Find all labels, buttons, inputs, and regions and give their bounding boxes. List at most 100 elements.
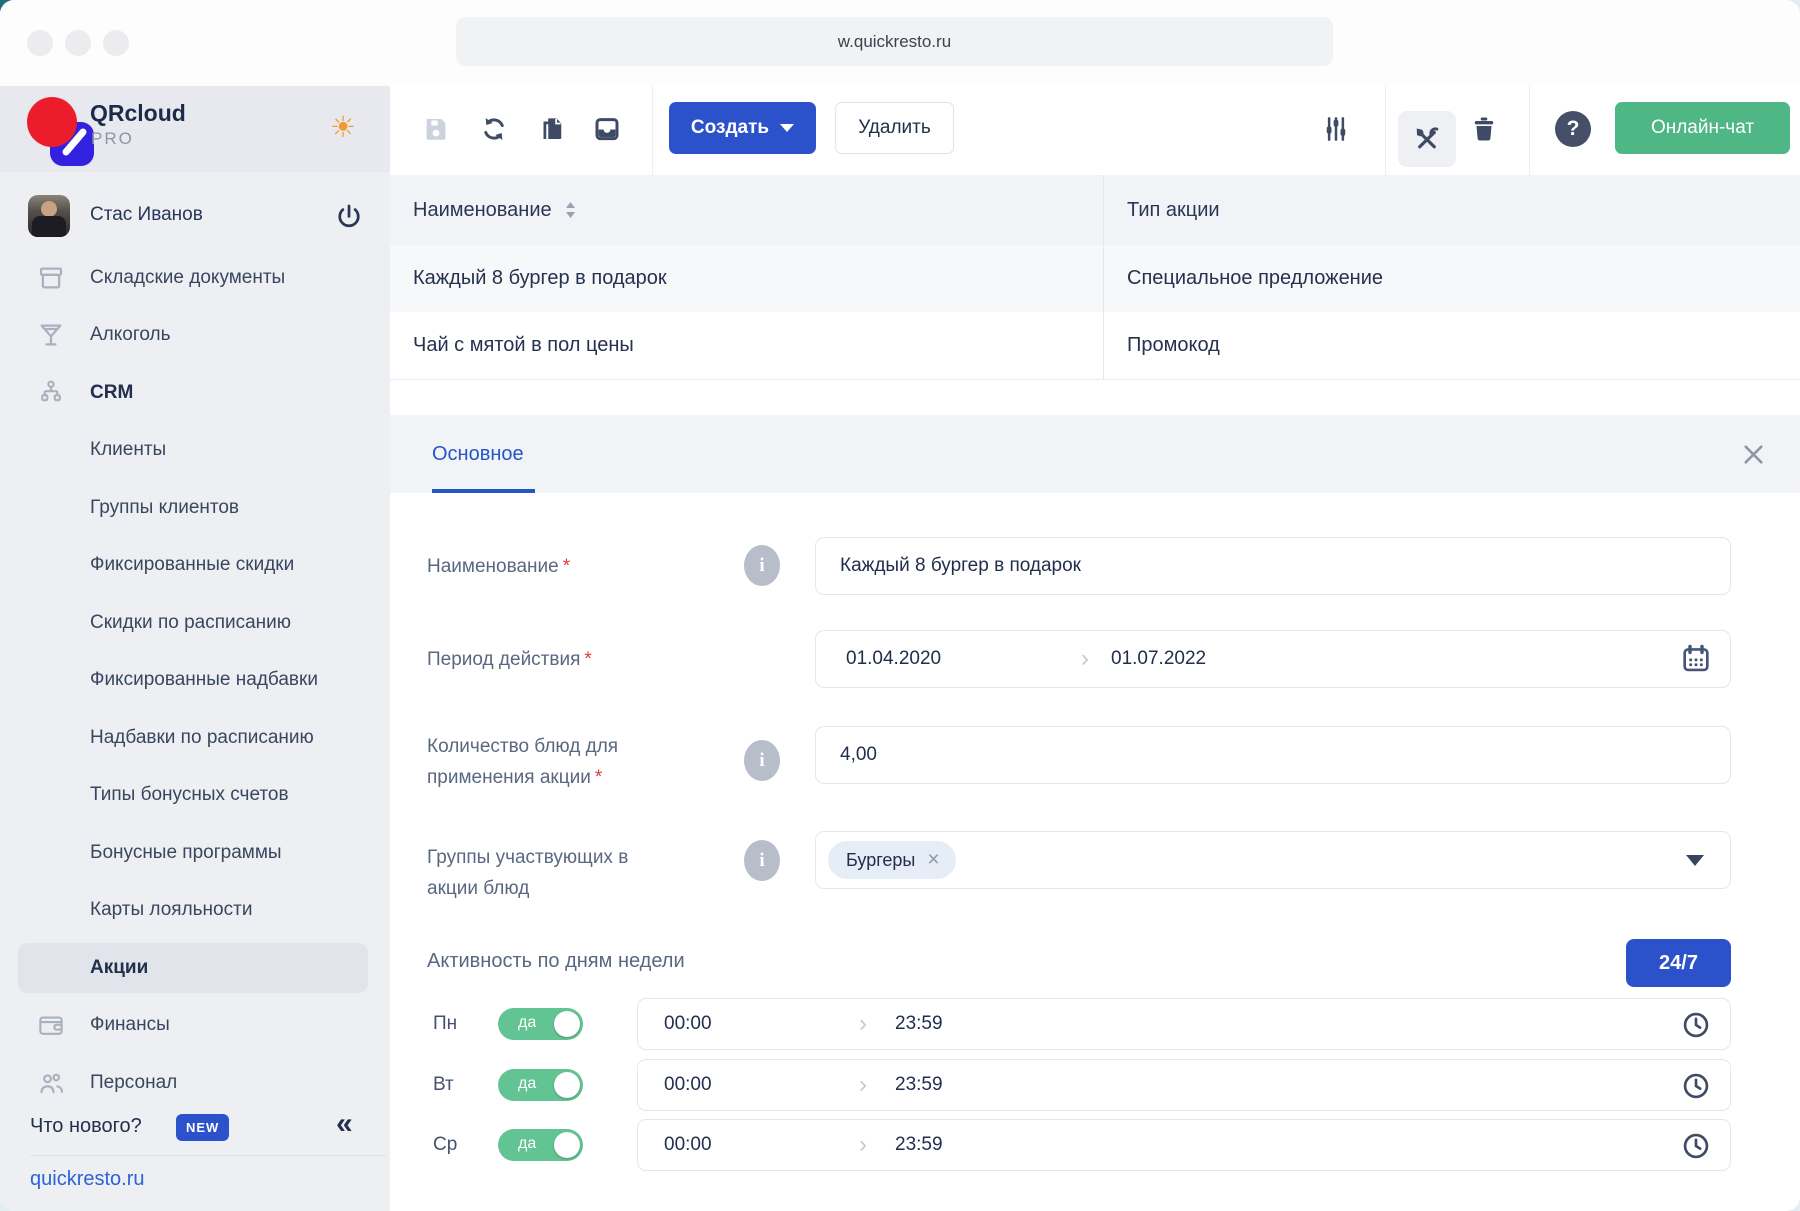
copy-icon[interactable] [537,114,567,144]
toggle-state-label: да [518,1135,537,1152]
row-type: Промокод [1127,334,1220,356]
always-24-7-button[interactable]: 24/7 [1626,939,1731,987]
martini-glass-icon [36,320,90,350]
period-from-value: 01.04.2020 [846,648,942,669]
sidebar-item-loyalty-cards[interactable]: Карты лояльности [0,882,390,940]
toggle-state-label: да [518,1014,537,1031]
brand-name: QRcloud [90,100,186,126]
time-range-field[interactable]: 00:00 › 23:59 [637,1059,1731,1111]
groups-multiselect[interactable]: Бургеры × [815,831,1731,889]
user-row: Стас Иванов [0,195,390,237]
delete-button[interactable]: Удалить [835,102,954,154]
period-input[interactable]: 01.04.2020 › 01.07.2022 [815,630,1731,688]
new-badge: NEW [176,1114,230,1141]
window-minimize-button[interactable] [65,30,91,56]
online-chat-label: Онлайн-чат [1650,117,1755,138]
tray-icon[interactable] [592,114,622,144]
filter-sliders-icon[interactable] [1321,114,1351,144]
sidebar-item-warehouse-docs[interactable]: Складские документы [0,249,390,307]
day-toggle-on[interactable]: да [498,1008,583,1040]
time-from-value: 00:00 [664,1074,712,1095]
period-field-label: Период действия * [427,649,592,670]
sidebar-item-bonus-programs[interactable]: Бонусные программы [0,824,390,882]
quantity-input[interactable]: 4,00 [815,726,1731,784]
trash-icon[interactable] [1469,114,1499,144]
sidebar-item-label: Акции [90,956,149,978]
browser-chrome: w.quickresto.ru [0,0,1800,87]
sidebar-item-alcohol[interactable]: Алкоголь [0,307,390,365]
wallet-icon [36,1010,90,1040]
info-icon[interactable]: i [744,545,780,586]
day-toggle-on[interactable]: да [498,1129,583,1161]
logout-power-icon[interactable] [334,202,364,232]
time-to-value: 23:59 [895,1013,943,1034]
url-bar[interactable]: w.quickresto.ru [456,17,1333,66]
quickresto-site-link[interactable]: quickresto.ru [30,1168,145,1191]
group-chip-label: Бургеры [846,849,916,870]
quantity-field-label: Количество блюд для применения акции * [427,736,619,788]
sort-icon[interactable] [564,201,577,219]
column-header-name[interactable]: Наименование [413,175,577,245]
toolbar-divider [1529,86,1530,175]
sidebar: QRcloud PRO ☀ Стас Иванов Складские доку… [0,86,390,1211]
sidebar-item-fixed-discounts[interactable]: Фиксированные скидки [0,537,390,595]
user-name: Стас Иванов [90,204,203,225]
day-label: Вт [433,1074,454,1095]
day-toggle-on[interactable]: да [498,1069,583,1101]
collapse-sidebar-icon[interactable]: « [336,1107,353,1141]
qrcloud-logo-icon [27,97,94,166]
window-close-button[interactable] [27,30,53,56]
info-icon[interactable]: i [744,740,780,781]
sidebar-item-fixed-surcharges[interactable]: Фиксированные надбавки [0,652,390,710]
question-mark-icon: ? [1566,117,1580,140]
activity-section-label: Активность по дням недели [427,950,685,972]
avatar[interactable] [28,195,70,237]
sidebar-item-staff[interactable]: Персонал [0,1054,390,1112]
sidebar-item-clients[interactable]: Клиенты [0,422,390,480]
sidebar-item-bonus-account-types[interactable]: Типы бонусных счетов [0,767,390,825]
column-header-type[interactable]: Тип акции [1127,175,1220,245]
table-row[interactable]: Каждый 8 бургер в подарок Специальное пр… [390,245,1800,313]
groups-field-label: Группы участвующих в акции блюд [427,847,629,899]
sidebar-item-scheduled-discounts[interactable]: Скидки по расписанию [0,594,390,652]
sidebar-item-label: Складские документы [90,266,286,288]
whats-new-row: Что нового? NEW « [0,1107,390,1149]
sidebar-nav: Складские документы Алкоголь CRM Клиенты… [0,249,390,1112]
whats-new-link[interactable]: Что нового? [30,1115,142,1138]
time-range-field[interactable]: 00:00 › 23:59 [637,1119,1731,1171]
name-input[interactable]: Каждый 8 бургер в подарок [815,537,1731,595]
sidebar-item-label: Алкоголь [90,324,171,346]
period-to-value: 01.07.2022 [1111,648,1207,669]
online-chat-button[interactable]: Онлайн-чат [1615,102,1790,154]
archive-box-icon [36,263,90,293]
clock-icon[interactable] [1680,1070,1712,1102]
sidebar-item-finance[interactable]: Финансы [0,997,390,1055]
tab-main[interactable]: Основное [432,415,524,493]
sidebar-item-client-groups[interactable]: Группы клиентов [0,479,390,537]
required-asterisk: * [562,556,571,577]
theme-brightness-icon[interactable]: ☀ [326,111,360,145]
time-range-field[interactable]: 00:00 › 23:59 [637,998,1731,1050]
brand-strip: QRcloud PRO ☀ [0,86,390,172]
info-icon[interactable]: i [744,840,780,881]
sidebar-item-promotions-selected[interactable]: Акции [18,943,368,993]
clock-icon[interactable] [1680,1009,1712,1041]
clock-icon[interactable] [1680,1130,1712,1162]
close-panel-icon[interactable] [1741,442,1766,467]
window-zoom-button[interactable] [103,30,129,56]
url-text: w.quickresto.ru [837,31,952,51]
tools-button-active[interactable] [1398,111,1456,167]
dropdown-caret-icon[interactable] [1686,855,1704,866]
sidebar-item-crm[interactable]: CRM [0,364,390,422]
sidebar-item-scheduled-surcharges[interactable]: Надбавки по расписанию [0,709,390,767]
row-name: Каждый 8 бургер в подарок [413,267,667,289]
create-button[interactable]: Создать [669,102,816,154]
refresh-icon[interactable] [479,114,509,144]
sidebar-item-label: Типы бонусных счетов [90,784,289,806]
help-button[interactable]: ? [1555,111,1591,147]
toggle-knob [554,1132,580,1158]
remove-chip-icon[interactable]: × [927,848,939,872]
calendar-icon[interactable] [1680,643,1712,675]
row-name: Чай с мятой в пол цены [413,334,634,356]
table-row[interactable]: Чай с мятой в пол цены Промокод [390,312,1800,380]
